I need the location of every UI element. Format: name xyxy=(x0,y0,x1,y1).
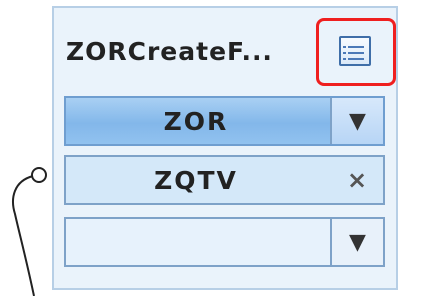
dropdown-zor-symbol: ▼ xyxy=(349,108,366,134)
close-icon[interactable]: × xyxy=(331,157,383,203)
dropdown-zor[interactable]: ZOR ▼ xyxy=(64,96,385,146)
field-zqtv[interactable]: ZQTV × xyxy=(64,155,385,205)
dropdown-empty-symbol: ▼ xyxy=(349,229,366,255)
field-zqtv-label: ZQTV xyxy=(154,165,238,195)
node-title: ZORCreateF... xyxy=(66,36,273,66)
table-line xyxy=(343,46,364,48)
field-zqtv-clear-symbol: × xyxy=(346,166,368,194)
connector-dot-icon[interactable] xyxy=(31,167,47,183)
table-line xyxy=(343,58,364,60)
dropdown-empty-label xyxy=(66,219,326,265)
table-icon[interactable] xyxy=(339,36,371,66)
table-line xyxy=(343,52,364,54)
chevron-down-icon[interactable]: ▼ xyxy=(330,219,383,265)
dropdown-zor-label: ZOR xyxy=(163,106,229,136)
chevron-down-icon[interactable]: ▼ xyxy=(330,98,383,144)
ui-stage: ZORCreateF... ZOR ▼ ZQTV × ▼ xyxy=(0,0,421,296)
dropdown-empty[interactable]: ▼ xyxy=(64,217,385,267)
